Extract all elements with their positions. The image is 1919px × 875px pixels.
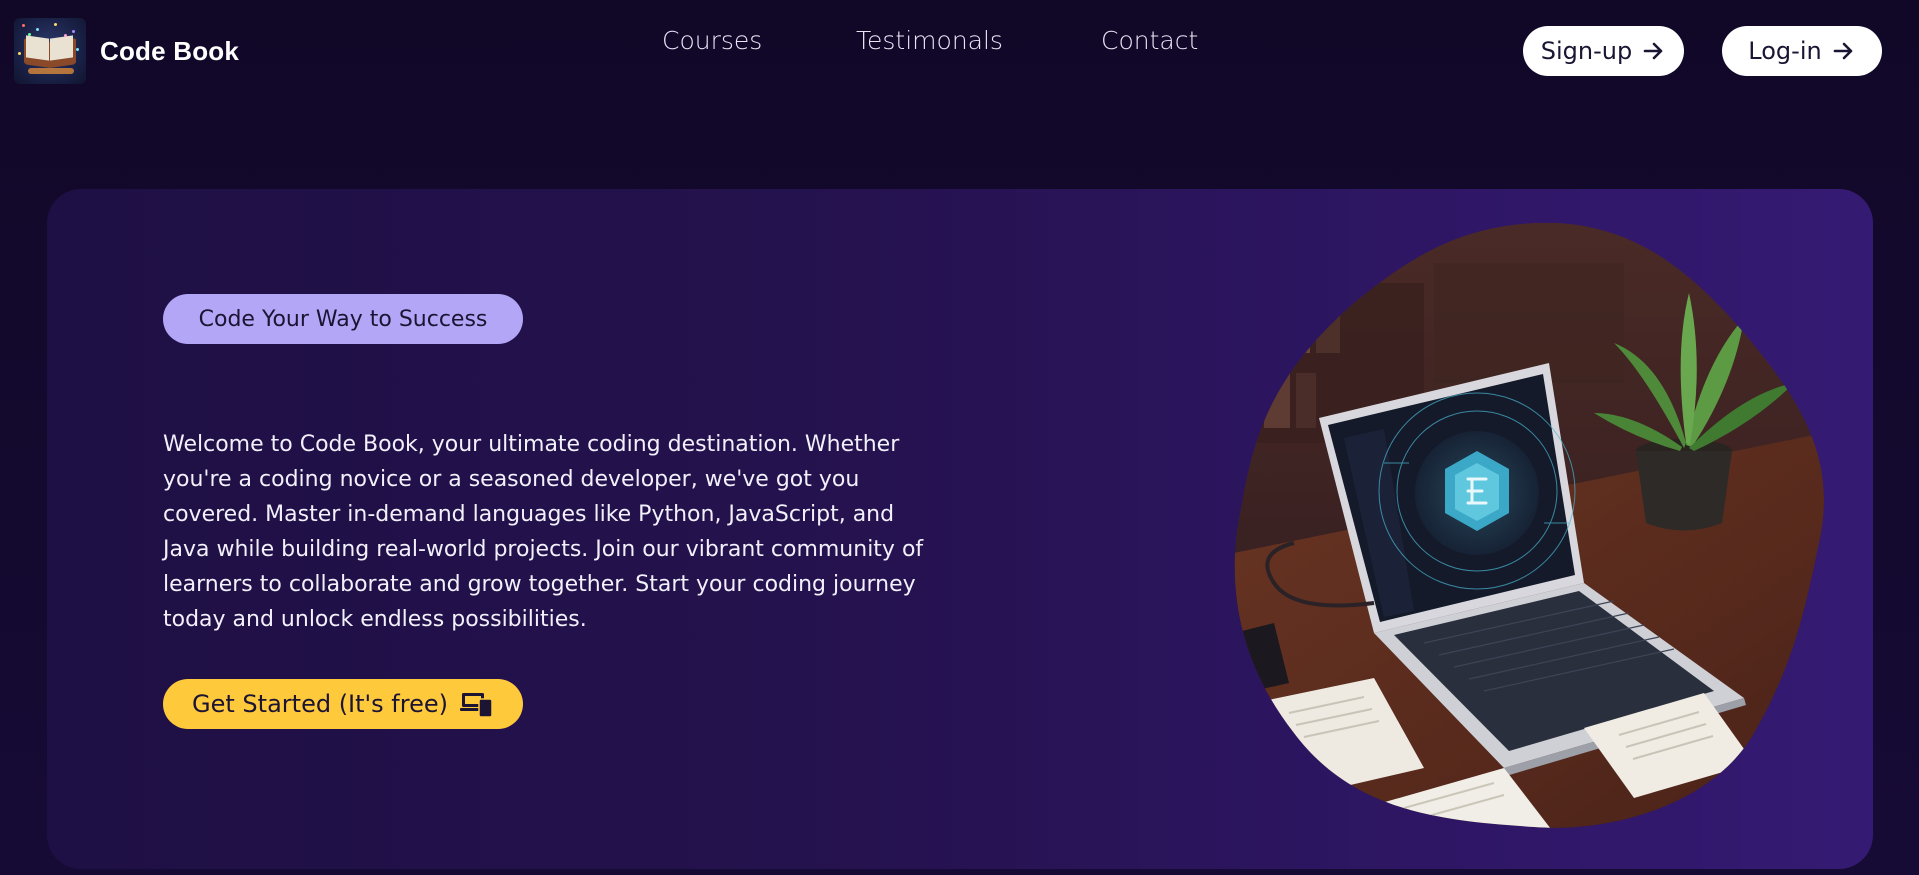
open-book-logo-icon	[14, 18, 86, 84]
nav-item-courses[interactable]: Courses	[662, 26, 762, 55]
nav-item-contact[interactable]: Contact	[1101, 26, 1198, 55]
arrow-right-icon	[1833, 42, 1853, 60]
laptop-illustration	[1234, 223, 1824, 828]
brand-name: Code Book	[100, 35, 240, 66]
devices-icon	[459, 693, 493, 718]
hero-description: Welcome to Code Book, your ultimate codi…	[163, 432, 924, 632]
hero-section: Code Your Way to Success Welcome to Code…	[47, 189, 1873, 869]
tagline-badge: Code Your Way to Success	[163, 294, 523, 344]
get-started-label: Get Started (It's free)	[192, 690, 448, 718]
landing-page: Code Book Courses Testimonals Contact Si…	[0, 0, 1919, 875]
site-header: Code Book Courses Testimonals Contact Si…	[0, 0, 1919, 100]
sign-up-button[interactable]: Sign-up	[1523, 26, 1684, 76]
sign-up-label: Sign-up	[1540, 37, 1633, 65]
log-in-button[interactable]: Log-in	[1722, 26, 1882, 76]
arrow-right-icon	[1643, 42, 1663, 60]
get-started-button[interactable]: Get Started (It's free)	[163, 679, 523, 729]
brand[interactable]: Code Book	[14, 18, 239, 84]
nav-item-testimonials[interactable]: Testimonals	[856, 26, 1003, 55]
log-in-label: Log-in	[1748, 37, 1822, 65]
